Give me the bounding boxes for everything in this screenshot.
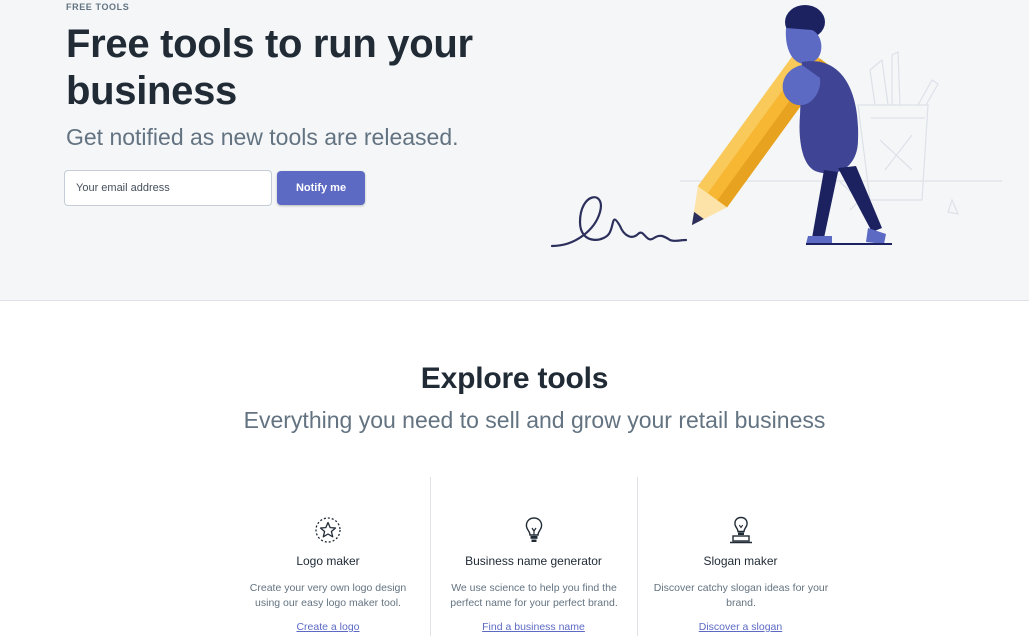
tool-description: We use science to help you find the perf… xyxy=(450,582,618,609)
tools-list: Logo maker Create your very own logo des… xyxy=(225,477,845,636)
hero-title: Free tools to run your business xyxy=(66,22,473,113)
hero-section: FREE TOOLS Free tools to run your busine… xyxy=(0,0,1029,301)
tool-card-business-name-generator: Business name generator We use science t… xyxy=(430,477,636,636)
create-logo-link[interactable]: Create a logo xyxy=(225,621,431,633)
find-business-name-link[interactable]: Find a business name xyxy=(431,621,636,633)
lightbulb-icon xyxy=(525,517,543,542)
tool-name: Slogan maker xyxy=(703,554,778,568)
star-badge-icon xyxy=(315,517,341,543)
hero-subtitle: Get notified as new tools are released. xyxy=(66,124,459,150)
explore-subtitle: Everything you need to sell and grow you… xyxy=(243,407,826,433)
hero-eyebrow: FREE TOOLS xyxy=(66,2,130,12)
explore-title: Explore tools xyxy=(420,362,609,395)
tool-name: Logo maker xyxy=(296,554,360,568)
notify-button[interactable]: Notify me xyxy=(277,171,365,205)
tool-card-logo-maker: Logo maker Create your very own logo des… xyxy=(225,477,431,636)
tool-card-slogan-maker: Slogan maker Discover catchy slogan idea… xyxy=(637,477,843,636)
signature-scribble xyxy=(550,196,688,248)
hero-illustration xyxy=(550,5,1002,248)
tool-name: Business name generator xyxy=(465,554,602,568)
email-input[interactable] xyxy=(64,170,272,206)
discover-slogan-link[interactable]: Discover a slogan xyxy=(638,621,843,633)
person-figure xyxy=(782,5,892,245)
tool-description: Discover catchy slogan ideas for your br… xyxy=(653,582,829,609)
tool-description: Create your very own logo design using o… xyxy=(249,582,407,609)
lightbulb-stand-icon xyxy=(730,516,752,544)
